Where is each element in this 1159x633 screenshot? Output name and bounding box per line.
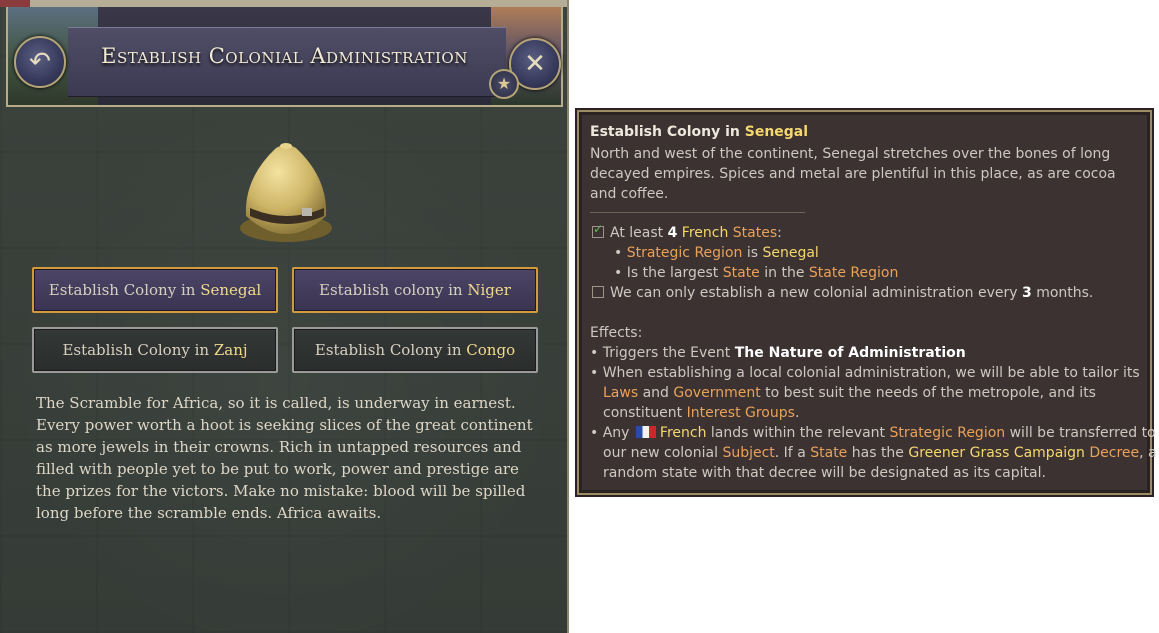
effect-tailor-line1: • When establishing a local colonial adm… [590,365,1140,381]
sub-text: is [746,245,759,261]
france-flag-icon [635,426,656,438]
bullet: • [590,345,599,361]
tooltip-title-region: Senegal [744,124,809,140]
requirement-sub-region: • Strategic Region is Senegal [614,245,819,261]
sub-text: Is the largest [626,265,719,281]
req-count: 3 [1021,285,1032,301]
bullet: • [590,425,599,441]
term-decree: Decree [1089,445,1140,461]
choice-region-name: Zanj [213,341,248,359]
panel-header: Establish Colonial Administration [6,7,563,107]
effect-text: has the [851,445,904,461]
term-state: State [722,265,760,281]
top-strip [0,0,567,7]
effect-text: will be transferred to [1009,425,1156,441]
effect-text: to best suit the needs of the metropole,… [765,385,1096,401]
term-strategic-region: Strategic Region [889,425,1006,441]
back-arrow-icon: ↶ [29,47,51,77]
effect-text: constituent [603,405,683,421]
star-icon: ★ [496,74,512,93]
term-government: Government [673,385,761,401]
establish-niger-button[interactable]: Establish colony in Niger [292,267,538,313]
choice-label: Establish Colony in [314,341,462,359]
bullet: • [590,365,599,381]
effect-transfer-line2: our new colonial Subject. If a State has… [603,445,1157,461]
effect-text: . [794,405,800,421]
choice-label: Establish colony in [319,281,463,299]
req-text: We can only establish a new colonial adm… [610,285,1018,301]
tooltip-title: Establish Colony in Senegal [590,124,808,140]
term-interest-groups: Interest Groups [686,405,795,421]
req-text: months. [1036,285,1094,301]
close-icon: ✕ [524,49,546,79]
effect-tailor-line2: Laws and Government to best suit the nee… [603,385,1096,401]
sub-text: in the [764,265,805,281]
choice-region-name: Senegal [200,281,262,299]
choice-region-name: Congo [466,341,516,359]
effect-tailor-line3: constituent Interest Groups. [603,405,799,421]
unchecked-checkbox-icon [592,286,604,298]
colonial-administration-panel: Establish Colonial Administration ↶ ✕ ★ … [0,0,569,633]
effect-text: When establishing a local colonial admin… [602,365,1140,381]
term-laws: Laws [603,385,639,401]
effects-label: Effects: [590,325,643,341]
req-colon: : [777,225,782,241]
req-count: 4 [667,225,678,241]
requirement-sub-largest: • Is the largest State in the State Regi… [614,265,898,281]
choice-label: Establish Colony in [48,281,196,299]
country-french: French [659,425,707,441]
requirement-states: At least 4 French States: [592,222,782,241]
panel-title: Establish Colonial Administration [101,44,468,68]
term-strategic-region: Strategic Region [626,245,743,261]
bullet: • [614,265,623,281]
event-name: The Nature of Administration [734,345,966,361]
checked-checkbox-icon [592,222,604,238]
effect-text: lands within the relevant [710,425,886,441]
effect-text: Any [602,425,630,441]
term-subject: Subject [722,445,775,461]
term-state-region: State Region [808,265,899,281]
colony-tooltip: Establish Colony in Senegal North and we… [577,110,1157,495]
term-state: State [810,445,848,461]
req-text: At least [610,225,664,241]
effect-text: . If a [774,445,806,461]
tooltip-title-prefix: Establish Colony in [590,124,740,140]
choice-label: Establish Colony in [62,341,210,359]
req-unit: States [732,225,778,241]
effect-text: and [642,385,669,401]
establish-zanj-button[interactable]: Establish Colony in Zanj [32,327,278,373]
bullet: • [614,245,623,261]
pith-helmet-icon [240,143,332,242]
choice-region-name: Niger [467,281,511,299]
decree-name: Greener Grass Campaign [908,445,1085,461]
effect-text: our new colonial [603,445,718,461]
tooltip-separator [590,212,805,213]
effect-transfer-line3: random state with that decree will be de… [603,465,1046,481]
top-strip-accent [0,0,30,7]
effect-text: Triggers the Event [602,345,731,361]
establish-senegal-button[interactable]: Establish Colony in Senegal [32,267,278,313]
favorite-star-button[interactable]: ★ [489,69,519,99]
effect-transfer-line1: • Any French lands within the relevant S… [590,425,1156,441]
effect-text: , a [1139,445,1157,461]
tooltip-description: North and west of the continent, Senegal… [590,146,1116,202]
panel-description: The Scramble for Africa, so it is called… [36,394,533,522]
requirement-cooldown: We can only establish a new colonial adm… [592,285,1093,301]
sub-value: Senegal [762,245,819,261]
req-country: French [681,225,729,241]
effect-trigger-event: • Triggers the Event The Nature of Admin… [590,345,966,361]
establish-congo-button[interactable]: Establish Colony in Congo [292,327,538,373]
back-button[interactable]: ↶ [14,36,66,88]
